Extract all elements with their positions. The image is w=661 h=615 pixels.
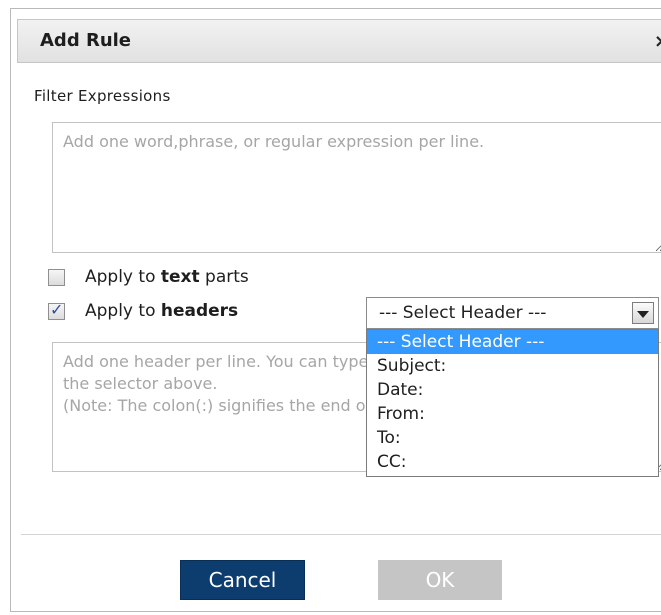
cancel-button[interactable]: Cancel (180, 560, 305, 600)
dialog-title: Add Rule (40, 30, 132, 51)
apply-to-text-checkbox[interactable] (48, 268, 65, 286)
apply-to-text-row: Apply to text parts (48, 267, 249, 287)
ok-button[interactable]: OK (378, 560, 502, 600)
header-option-to[interactable]: To: (367, 426, 658, 450)
apply-to-text-bold: text (160, 267, 200, 287)
apply-to-headers-label: Apply to headers (85, 301, 238, 321)
header-option-from[interactable]: From: (367, 402, 658, 426)
chevron-down-icon[interactable] (632, 302, 654, 324)
header-select-value: --- Select Header --- (379, 303, 547, 323)
header-option-cc[interactable]: CC: (367, 450, 658, 474)
add-rule-dialog: Add Rule × Filter Expressions Apply to t… (10, 8, 661, 612)
apply-to-headers-checkbox[interactable] (48, 300, 65, 320)
close-icon[interactable]: × (654, 31, 661, 52)
header-option-date[interactable]: Date: (367, 378, 658, 402)
apply-to-text-label: Apply to text parts (85, 267, 249, 287)
apply-to-headers-bold: headers (160, 301, 239, 321)
apply-to-headers-row: Apply to headers (48, 300, 238, 321)
footer-divider (21, 534, 661, 535)
header-select[interactable]: --- Select Header --- (366, 297, 659, 329)
header-select-dropdown: --- Select Header --- Subject: Date: Fro… (366, 329, 659, 477)
apply-to-text-suffix: parts (199, 267, 249, 287)
apply-to-text-prefix: Apply to (85, 267, 161, 287)
header-option-select[interactable]: --- Select Header --- (367, 330, 658, 354)
apply-to-headers-prefix: Apply to (85, 301, 161, 321)
header-option-subject[interactable]: Subject: (367, 354, 658, 378)
filter-expressions-label: Filter Expressions (34, 87, 171, 105)
dialog-titlebar: Add Rule × (17, 19, 661, 63)
filter-expressions-input[interactable] (52, 122, 661, 253)
